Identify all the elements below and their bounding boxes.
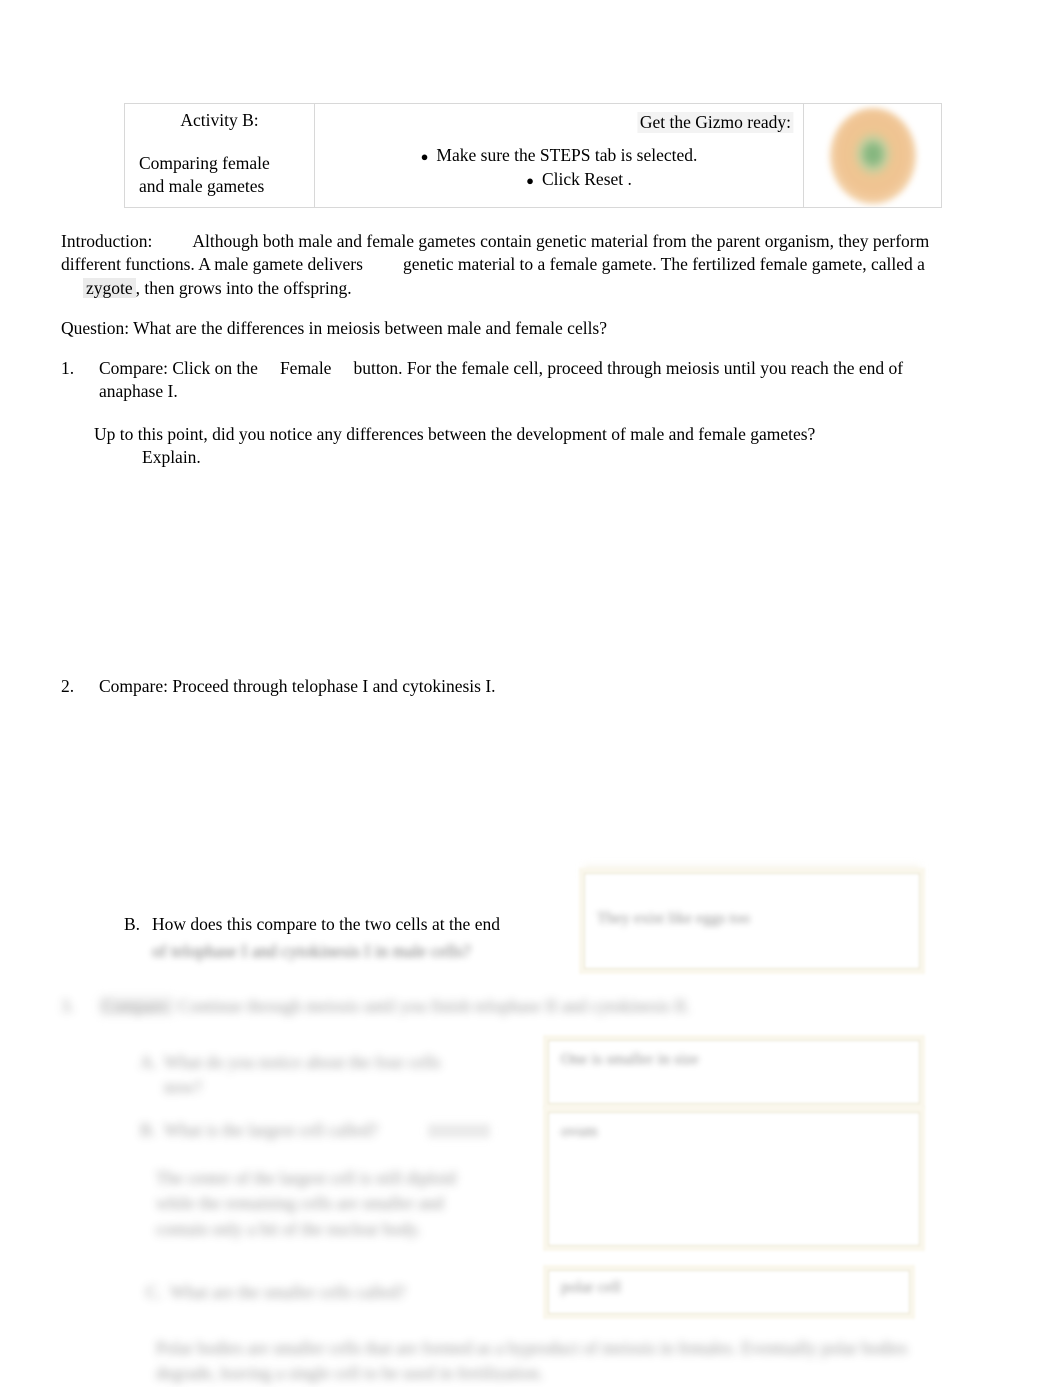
sub-a-body: What do you notice about the four cells … [164, 1050, 441, 1101]
list-item-2: 2. Compare: Proceed through telophase I … [61, 675, 946, 698]
item-1-lead: Compare: Click on the [99, 358, 258, 378]
female-button-reference: Female [279, 358, 332, 378]
answer-box-b[interactable]: ovum [548, 1112, 920, 1246]
answer-box-top[interactable]: They exist like eggs too [584, 873, 920, 969]
question-b-line2: of telophase I and cytokinesis I in male… [152, 941, 471, 962]
bullet-icon: ● [420, 149, 429, 165]
introduction-paragraph: Introduction: Although both male and fema… [61, 230, 941, 300]
worksheet-page: Activity B: Comparing female and male ga… [0, 0, 1062, 1383]
item-1-sub-prompt: Up to this point, did you notice any dif… [94, 423, 944, 470]
question-b-body: How does this compare to the two cells a… [152, 912, 500, 965]
item-3-number: 3. [61, 996, 75, 1016]
sub-b-inline-answer [428, 1124, 490, 1138]
sub-c-text: What are the smaller cells called? [170, 1282, 406, 1302]
egg-cell-illustration [829, 107, 916, 204]
activity-subtitle-line1: Comparing female [139, 152, 270, 173]
list-item-1: 1. Compare: Click on the Female button. Fo… [61, 357, 946, 404]
question-b-marker: B. [124, 914, 141, 934]
sub-question-a: A. What do you notice about the four cel… [140, 1050, 520, 1101]
item-1-body: Compare: Click on the Female button. For t… [99, 357, 946, 404]
activity-label: Activity B: [180, 110, 259, 130]
answer-box-b-value: ovum [561, 1123, 598, 1140]
sub-b-explanation: The center of the largest cell is still … [156, 1168, 457, 1239]
instruction-text-2: Click Reset . [541, 169, 632, 190]
sub-b-text: What is the largest cell called? [164, 1120, 378, 1140]
answer-box-a-value: One is smaller in size [561, 1051, 699, 1068]
item-3-body: Compare: Continue through meiosis until … [99, 994, 690, 1019]
answer-box-c[interactable]: polar cell [548, 1270, 910, 1314]
item-2-number: 2. [61, 676, 75, 696]
sub-a-marker: A. [140, 1052, 158, 1072]
introduction-label: Introduction: [61, 231, 153, 251]
activity-title-cell: Activity B: Comparing female and male ga… [125, 104, 315, 207]
question-b-line1: How does this compare to the two cells a… [152, 914, 500, 934]
introduction-text-2: genetic material to a female gamete. The… [402, 254, 925, 275]
instruction-text-1: Make sure the STEPS tab is selected. [436, 145, 698, 165]
item-3-highlight: Compare: [99, 996, 175, 1016]
sub-b-body: What is the largest cell called? [164, 1118, 418, 1143]
sub-a-line2: now? [164, 1077, 202, 1098]
instruction-bullet-click-reset: ● Click Reset . [325, 167, 793, 191]
introduction-text-3: , then grows into the offspring. [135, 277, 352, 298]
item-2-text: Compare: Proceed through telophase I and… [99, 676, 496, 696]
gizmo-ready-heading: Get the Gizmo ready: [637, 112, 793, 133]
zygote-term: zygote [83, 277, 136, 298]
answer-box-a[interactable]: One is smaller in size [548, 1040, 920, 1104]
gizmo-instructions-cell: Get the Gizmo ready: ● Make sure the STEP… [315, 104, 804, 207]
item-1-sub-text: Up to this point, did you notice any dif… [94, 424, 816, 444]
gizmo-instruction-list: ● Make sure the STEPS tab is selected. ● C… [325, 143, 793, 191]
activity-subtitle: Comparing female and male gametes [135, 152, 304, 198]
item-1-number: 1. [61, 358, 75, 378]
final-explanation-text: Polar bodies are smaller cells that are … [156, 1338, 908, 1384]
item-3-text: Continue through meiosis until you finis… [178, 996, 691, 1016]
activity-image-cell [804, 104, 941, 207]
sub-b-marker: B. [140, 1120, 157, 1140]
item-1-explain: Explain. [142, 447, 201, 468]
activity-header-table: Activity B: Comparing female and male ga… [124, 103, 942, 208]
list-item-3: 3. Compare: Continue through meiosis unt… [61, 994, 761, 1019]
answer-box-c-value: polar cell [561, 1279, 621, 1296]
instruction-bullet-steps-tab: ● Make sure the STEPS tab is selected. [325, 143, 793, 167]
question-b-block: B. How does this compare to the two cell… [124, 912, 564, 965]
sub-a-line1: What do you notice about the four cells [164, 1052, 441, 1072]
bullet-icon: ● [526, 173, 534, 189]
question-prompt: Question: What are the differences in me… [61, 318, 608, 338]
sub-question-c: C. What are the smaller cells called? [146, 1280, 476, 1305]
sub-c-marker: C. [146, 1282, 163, 1302]
answer-box-top-value: They exist like eggs too [597, 910, 750, 927]
activity-subtitle-line2: and male gametes [139, 175, 265, 196]
